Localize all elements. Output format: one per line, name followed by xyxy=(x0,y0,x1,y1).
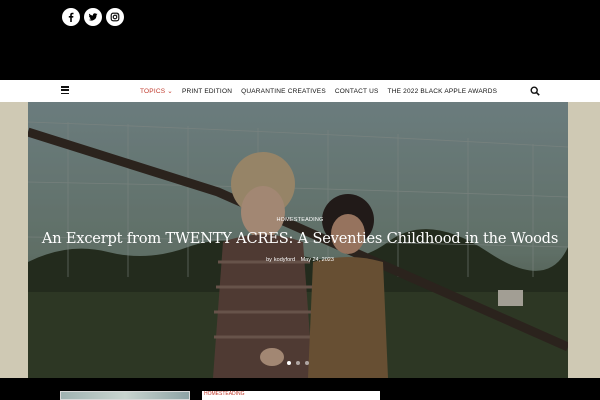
author-prefix: by xyxy=(266,257,272,263)
facebook-link[interactable] xyxy=(62,8,80,26)
post-thumbnail[interactable] xyxy=(60,391,190,400)
card-category[interactable]: HOMESTEADING xyxy=(204,391,245,397)
post-card[interactable]: HOMESTEADING xyxy=(202,391,380,400)
site-header xyxy=(0,0,600,80)
hamburger-icon[interactable] xyxy=(61,86,69,96)
featured-slider[interactable]: HOMESTEADING An Excerpt from TWENTY ACRE… xyxy=(0,102,600,378)
slider-dot[interactable] xyxy=(296,361,300,365)
twitter-icon xyxy=(88,13,98,21)
slider-dot[interactable] xyxy=(287,361,291,365)
post-author[interactable]: kodyford xyxy=(274,257,295,263)
post-grid: HOMESTEADING xyxy=(0,378,600,400)
instagram-link[interactable] xyxy=(106,8,124,26)
post-title[interactable]: An Excerpt from TWENTY ACRES: A Seventie… xyxy=(0,230,600,247)
slider-dots xyxy=(287,361,309,365)
post-meta: by kodyford May 24, 2023 xyxy=(0,257,600,263)
facebook-icon xyxy=(68,12,74,22)
nav-item-print-edition[interactable]: PRINT EDITION xyxy=(178,88,237,95)
nav-item-black-apple-awards[interactable]: THE 2022 BLACK APPLE AWARDS xyxy=(384,88,503,95)
twitter-link[interactable] xyxy=(84,8,102,26)
nav-item-topics[interactable]: TOPICS ⌄ xyxy=(136,87,178,95)
social-links xyxy=(62,8,124,26)
main-navigation: TOPICS ⌄ PRINT EDITION QUARANTINE CREATI… xyxy=(0,80,600,102)
instagram-icon xyxy=(110,12,120,22)
post-date: May 24, 2023 xyxy=(300,257,334,263)
nav-item-contact-us[interactable]: CONTACT US xyxy=(331,88,384,95)
nav-item-quarantine-creatives[interactable]: QUARANTINE CREATIVES xyxy=(237,88,331,95)
nav-menu: TOPICS ⌄ PRINT EDITION QUARANTINE CREATI… xyxy=(136,80,502,102)
post-category[interactable]: HOMESTEADING xyxy=(0,217,600,223)
slider-dot[interactable] xyxy=(305,361,309,365)
search-icon[interactable] xyxy=(530,86,540,96)
